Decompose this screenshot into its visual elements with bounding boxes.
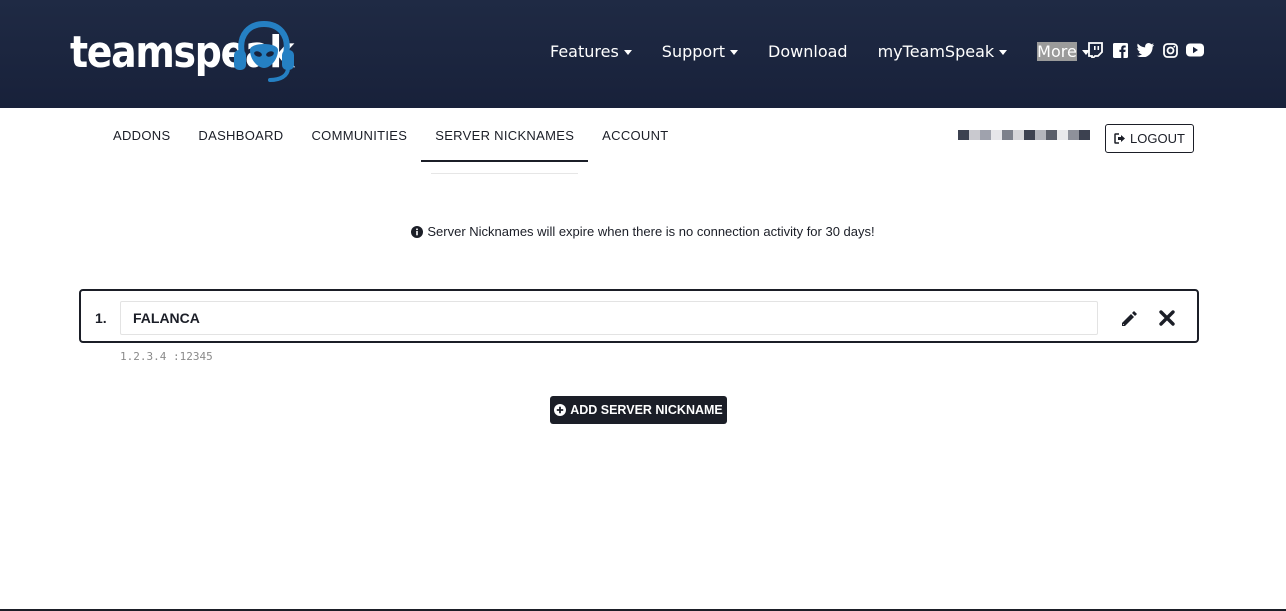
social-links — [1086, 41, 1211, 59]
add-server-nickname-button[interactable]: ADD SERVER NICKNAME — [550, 396, 727, 424]
server-address: 1.2.3.4 :12345 — [120, 350, 213, 363]
nickname-field[interactable]: FALANCA — [120, 301, 1098, 335]
nav-download[interactable]: Download — [768, 42, 848, 61]
nav-features[interactable]: Features — [550, 42, 632, 61]
username-blurred — [958, 130, 1090, 140]
tab-communities[interactable]: COMMUNITIES — [297, 108, 421, 162]
youtube-icon[interactable] — [1186, 41, 1204, 59]
nav-support[interactable]: Support — [662, 42, 739, 61]
headset-logo-icon — [234, 20, 294, 82]
tab-addons[interactable]: ADDONS — [99, 108, 184, 162]
instagram-icon[interactable] — [1161, 41, 1179, 59]
tab-account[interactable]: ACCOUNT — [588, 108, 682, 162]
tab-server-nicknames[interactable]: SERVER NICKNAMES — [421, 108, 589, 174]
nav-myteamspeak[interactable]: myTeamSpeak — [878, 42, 1008, 61]
twitch-icon[interactable] — [1086, 41, 1104, 59]
close-icon[interactable] — [1158, 309, 1176, 327]
teamspeak-logo[interactable]: teamspeak — [70, 20, 294, 84]
logo-wordmark: teamspeak — [70, 26, 294, 78]
pencil-icon[interactable] — [1119, 309, 1139, 329]
caret-down-icon — [999, 49, 1008, 55]
facebook-icon[interactable] — [1111, 41, 1129, 59]
nickname-entry: 1. FALANCA — [79, 289, 1199, 343]
sign-out-icon — [1114, 133, 1126, 144]
tab-dashboard[interactable]: DASHBOARD — [184, 108, 297, 162]
notice-text: Server Nicknames will expire when there … — [427, 224, 875, 239]
nav-more[interactable]: More — [1037, 41, 1090, 61]
caret-down-icon — [730, 49, 739, 55]
account-tabs: ADDONS DASHBOARD COMMUNITIES SERVER NICK… — [99, 108, 683, 174]
twitter-icon[interactable] — [1136, 41, 1154, 59]
caret-down-icon — [623, 49, 632, 55]
logout-button[interactable]: LOGOUT — [1105, 124, 1194, 153]
site-header: teamspeak Features Support Download myTe… — [0, 0, 1286, 108]
plus-circle-icon — [554, 404, 567, 416]
info-circle-icon — [411, 225, 424, 238]
entry-index: 1. — [95, 310, 107, 326]
main-navigation: Features Support Download myTeamSpeak Mo… — [550, 39, 1120, 63]
expiry-notice: Server Nicknames will expire when there … — [0, 224, 1286, 239]
